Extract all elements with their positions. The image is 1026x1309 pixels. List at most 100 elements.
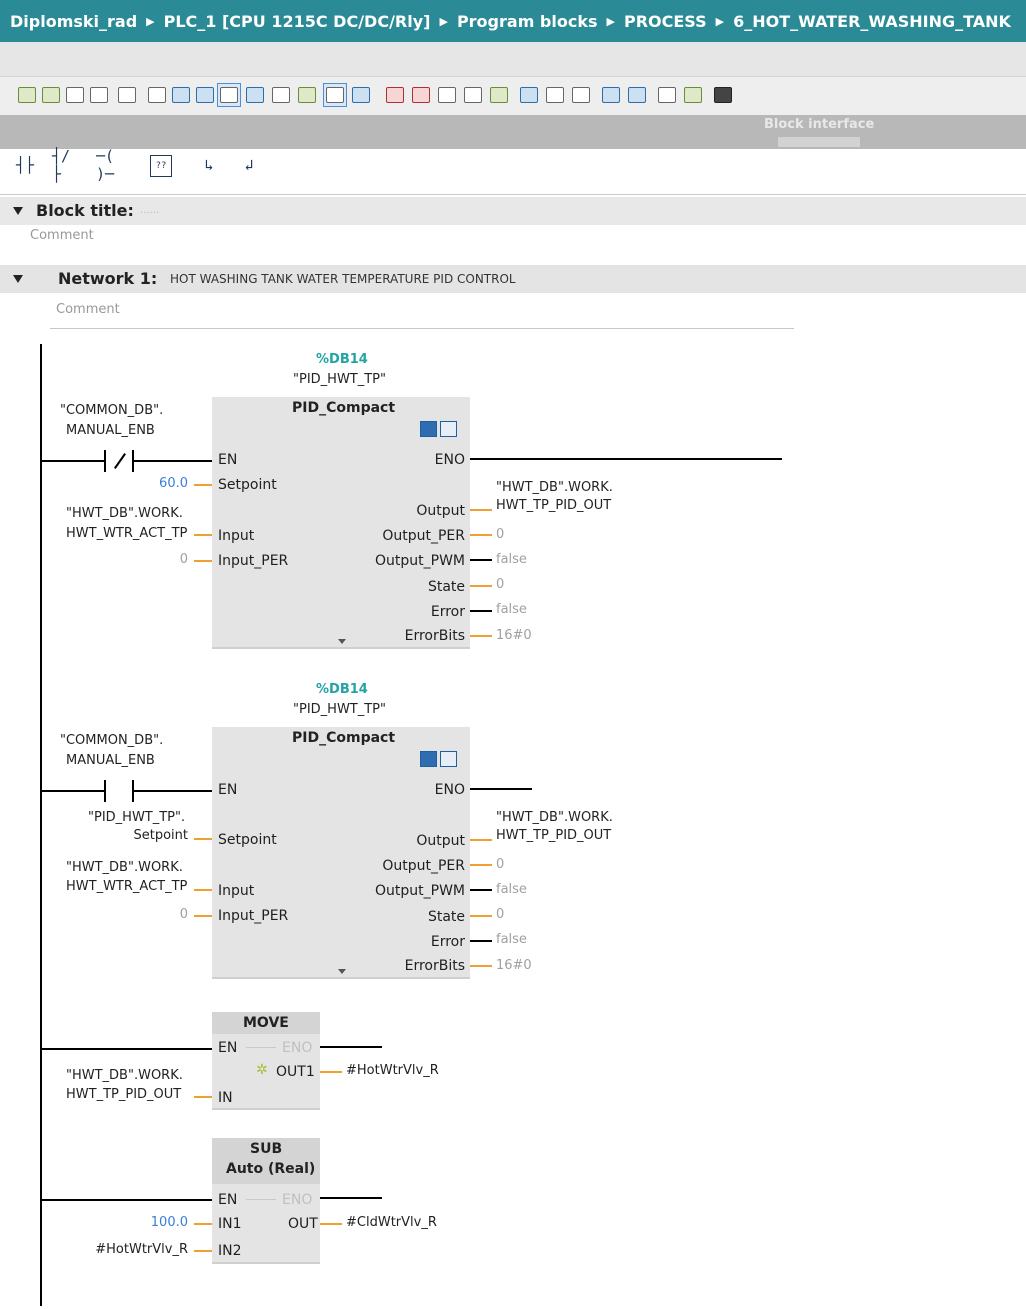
network-comments-icon[interactable]	[217, 83, 241, 107]
pin-setpoint[interactable]: Setpoint	[218, 477, 277, 493]
outdent-icon[interactable]	[544, 84, 566, 106]
block-interface-label[interactable]: Block interface	[764, 117, 874, 132]
pin-output-per[interactable]: Output_PER	[360, 528, 465, 544]
input-tag-2[interactable]: HWT_WTR_ACT_TP	[66, 526, 187, 541]
normally-closed-contact[interactable]	[104, 450, 134, 472]
setpoint-value[interactable]: 60.0	[120, 476, 188, 491]
block-title-value[interactable]: ......	[140, 205, 159, 216]
breadcrumb-block[interactable]: 6_HOT_WATER_WASHING_TANK	[733, 12, 1011, 31]
pid2-db-number[interactable]: %DB14	[316, 682, 368, 697]
absolute-address-icon[interactable]	[116, 84, 138, 106]
output-tag-2[interactable]: HWT_TP_PID_OUT	[496, 828, 611, 843]
pid2-contact-tag-2[interactable]: MANUAL_ENB	[66, 753, 155, 768]
input-tag-2[interactable]: HWT_WTR_ACT_TP	[66, 879, 187, 894]
insert-row-icon[interactable]	[64, 84, 86, 106]
pin-en[interactable]: EN	[218, 1040, 237, 1056]
pin-out[interactable]: OUT	[288, 1216, 318, 1232]
block-title-row[interactable]: Block title: ......	[0, 197, 1026, 225]
pin-in2[interactable]: IN2	[218, 1243, 242, 1259]
pid1-db-number[interactable]: %DB14	[316, 352, 368, 367]
pin-output[interactable]: Output	[380, 503, 465, 519]
close-branch-icon[interactable]: ↲	[236, 150, 262, 180]
pin-setpoint[interactable]: Setpoint	[218, 832, 277, 848]
watch-icon[interactable]	[682, 84, 704, 106]
input-tag-1[interactable]: "HWT_DB".WORK.	[66, 506, 183, 521]
block-interface-handle[interactable]	[778, 137, 860, 147]
pin-eno[interactable]: ENO	[282, 1040, 312, 1056]
pin-output-pwm[interactable]: Output_PWM	[340, 883, 465, 899]
pin-input-per[interactable]: Input_PER	[218, 908, 288, 924]
move-in-tag-2[interactable]: HWT_TP_PID_OUT	[66, 1087, 181, 1102]
output-pwm-value[interactable]: false	[496, 882, 527, 897]
network-header[interactable]: Network 1: HOT WASHING TANK WATER TEMPER…	[0, 265, 1026, 293]
output-per-value[interactable]: 0	[496, 527, 504, 542]
pin-error[interactable]: Error	[380, 604, 465, 620]
expand-box-icon[interactable]	[338, 969, 346, 974]
pin-en[interactable]: EN	[218, 782, 237, 798]
delete-network-icon[interactable]	[40, 84, 62, 106]
normally-open-contact-icon[interactable]: ┤├	[12, 150, 38, 180]
input-per-value[interactable]: 0	[150, 552, 188, 567]
output-tag-2[interactable]: HWT_TP_PID_OUT	[496, 498, 611, 513]
insert-network-icon[interactable]	[16, 84, 38, 106]
collapse-networks-icon[interactable]	[194, 84, 216, 106]
pin-in[interactable]: IN	[218, 1090, 233, 1106]
errorbits-value[interactable]: 16#0	[496, 958, 532, 973]
box-insert-icon[interactable]	[296, 84, 318, 106]
input-per-value[interactable]: 0	[150, 907, 188, 922]
pin-output-per[interactable]: Output_PER	[360, 858, 465, 874]
pin-state[interactable]: State	[380, 909, 465, 925]
loop-icon[interactable]	[626, 84, 648, 106]
compare-icon[interactable]	[488, 84, 510, 106]
pin-input[interactable]: Input	[218, 528, 254, 544]
pin-state[interactable]: State	[380, 579, 465, 595]
pid1-contact-tag-2[interactable]: MANUAL_ENB	[66, 423, 155, 438]
pin-output[interactable]: Output	[380, 833, 465, 849]
breadcrumb-plc[interactable]: PLC_1 [CPU 1215C DC/DC/Rly]	[164, 12, 431, 31]
coil-icon[interactable]: ─( )─	[96, 147, 122, 183]
monitoring-icon[interactable]	[323, 83, 347, 107]
errorbits-value[interactable]: 16#0	[496, 628, 532, 643]
remove-breakpoint-icon[interactable]	[410, 84, 432, 106]
pin-error[interactable]: Error	[380, 934, 465, 950]
indent-icon[interactable]	[518, 84, 540, 106]
error-value[interactable]: false	[496, 932, 527, 947]
setpoint-tag-1[interactable]: "PID_HWT_TP".	[88, 810, 185, 825]
pin-en[interactable]: EN	[218, 1192, 237, 1208]
pin-eno[interactable]: ENO	[380, 782, 465, 798]
state-value[interactable]: 0	[496, 577, 504, 592]
network-comment-field[interactable]: Comment	[50, 298, 794, 329]
show-comments-icon[interactable]	[146, 84, 168, 106]
pid1-contact-tag-1[interactable]: "COMMON_DB".	[60, 403, 163, 418]
pid2-db-name[interactable]: "PID_HWT_TP"	[293, 702, 386, 717]
block-comment[interactable]: Comment	[30, 228, 94, 243]
network-title[interactable]: HOT WASHING TANK WATER TEMPERATURE PID C…	[170, 272, 516, 286]
commissioning-icon[interactable]	[420, 751, 437, 767]
breadcrumb-program-blocks[interactable]: Program blocks	[457, 12, 598, 31]
collapse-triangle-icon[interactable]	[13, 207, 23, 215]
sub-in2-tag[interactable]: #HotWtrVlv_R	[70, 1242, 188, 1257]
normally-open-contact[interactable]	[104, 780, 134, 802]
pin-out1[interactable]: OUT1	[276, 1064, 315, 1080]
pin-output-pwm[interactable]: Output_PWM	[340, 553, 465, 569]
error-value[interactable]: false	[496, 602, 527, 617]
download-icon[interactable]	[436, 84, 458, 106]
breadcrumb-project[interactable]: Diplomski_rad	[10, 12, 137, 31]
sub-type[interactable]: Auto (Real)	[226, 1161, 315, 1177]
extra-icon[interactable]	[712, 84, 734, 106]
configuration-icon[interactable]	[440, 751, 457, 767]
pin-errorbits[interactable]: ErrorBits	[380, 958, 465, 974]
pin-en[interactable]: EN	[218, 452, 237, 468]
align-icon[interactable]	[570, 84, 592, 106]
go-to-icon[interactable]	[270, 84, 292, 106]
normally-closed-contact-icon[interactable]: ┤/├	[52, 147, 78, 183]
favorites-icon[interactable]	[244, 84, 266, 106]
add-row-icon[interactable]	[88, 84, 110, 106]
collapse-triangle-icon[interactable]	[13, 275, 23, 283]
pin-input[interactable]: Input	[218, 883, 254, 899]
output-pwm-value[interactable]: false	[496, 552, 527, 567]
input-tag-1[interactable]: "HWT_DB".WORK.	[66, 860, 183, 875]
insert-output-icon[interactable]: ✲	[256, 1062, 268, 1078]
upload-icon[interactable]	[462, 84, 484, 106]
empty-box-icon[interactable]: ??	[150, 155, 172, 177]
